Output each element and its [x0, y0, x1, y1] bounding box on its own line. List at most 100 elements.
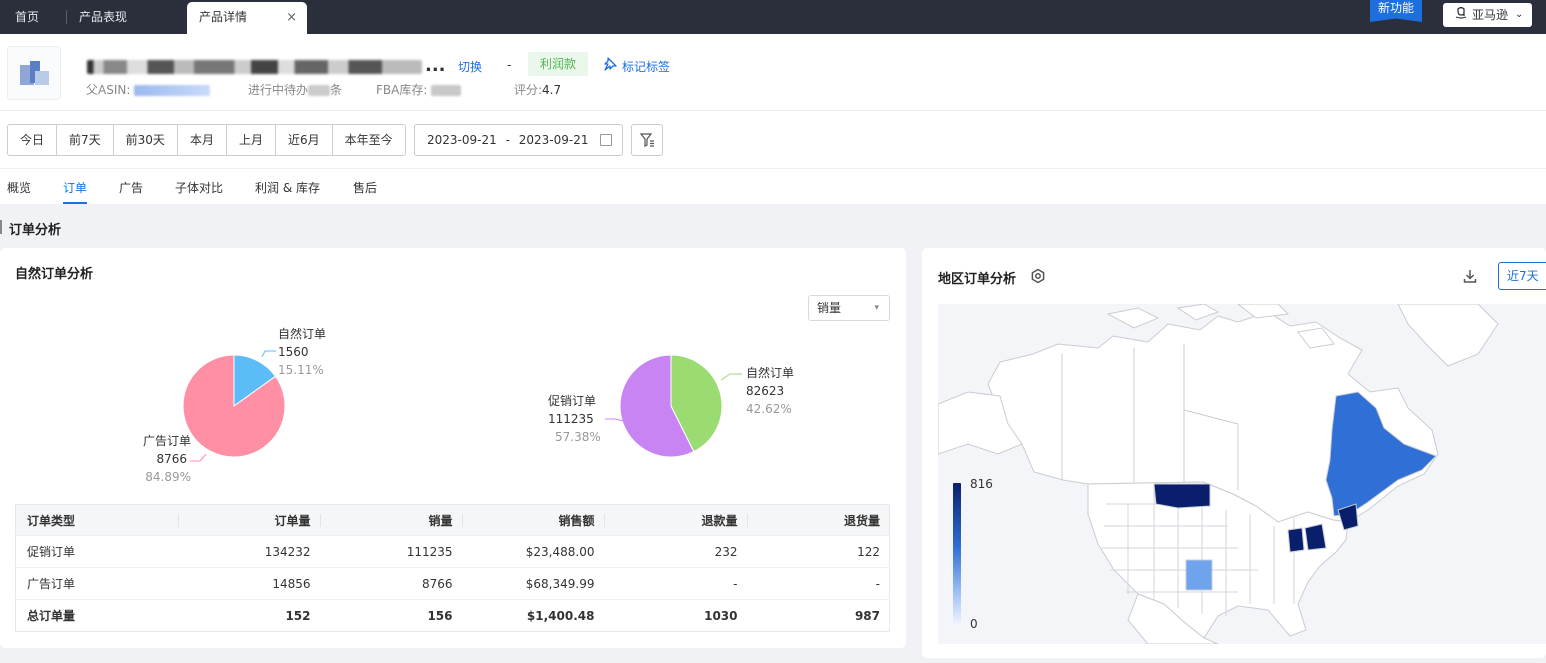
north-america-map[interactable] [938, 304, 1546, 644]
new-feature-badge[interactable]: 新功能 [1370, 0, 1422, 22]
col-units: 销量 [319, 504, 462, 536]
active-tab-indicator [63, 202, 87, 204]
region-order-title: 地区订单分析 [938, 272, 1017, 287]
pending-suffix: 条 [330, 83, 343, 97]
range-last-month[interactable]: 上月 [227, 125, 276, 155]
subnav-after-sales[interactable]: 售后 [353, 179, 377, 196]
product-title-ellipsis: ... [425, 55, 446, 76]
filter-icon [639, 133, 654, 147]
right-natural-name: 自然订单 [746, 366, 795, 380]
cell-order-count: 14856 [177, 567, 320, 600]
left-ad-name: 广告订单 [142, 434, 191, 448]
parent-asin-label: 父ASIN: [86, 83, 131, 97]
cell-sales: $1,400.48 [461, 599, 604, 632]
right-natural-value: 82623 [746, 384, 785, 398]
new-mexico-region[interactable] [1185, 559, 1213, 591]
table-row-total: 总订单量 152 156 $1,400.48 1030 987 [15, 599, 890, 632]
right-promo-name: 促销订单 [548, 394, 597, 408]
table-row: 促销订单 134232 111235 $23,488.00 232 122 [15, 535, 890, 568]
left-pie-label-ad: 广告订单 8766 84.89% [143, 432, 191, 486]
range-last-30-days[interactable]: 前30天 [114, 125, 178, 155]
legend-min-value: 0 [970, 617, 978, 631]
order-type-table: 订单类型 订单量 销量 销售额 退款量 退货量 促销订单 134232 1112… [15, 504, 890, 632]
left-ad-value: 8766 [156, 452, 187, 466]
pending-count-redacted [308, 85, 331, 96]
left-pie-slices [182, 354, 286, 458]
subnav-ads[interactable]: 广告 [119, 179, 143, 196]
indiana-region[interactable] [1287, 527, 1305, 553]
col-returns: 退货量 [746, 504, 890, 536]
cell-sales: $68,349.99 [461, 567, 604, 600]
cell-type: 促销订单 [15, 535, 178, 568]
col-refunds: 退款量 [603, 504, 747, 536]
cell-sales: $23,488.00 [461, 535, 604, 568]
left-pie-label-natural: 自然订单 1560 15.11% [278, 325, 326, 379]
right-natural-pct: 42.62% [746, 402, 792, 416]
range-today[interactable]: 今日 [8, 125, 58, 155]
cell-refunds: 232 [603, 535, 747, 568]
date-range-picker[interactable]: 2023-09-21 - 2023-09-21 [414, 124, 623, 156]
cell-units: 156 [319, 599, 462, 632]
section-marker [0, 220, 2, 234]
pin-icon[interactable] [603, 57, 617, 71]
range-this-month[interactable]: 本月 [178, 125, 227, 155]
right-promo-pct: 57.38% [555, 430, 601, 444]
rating-value: 4.7 [542, 83, 562, 97]
region-range-select[interactable]: 近7天 [1498, 262, 1546, 290]
cell-refunds: - [603, 567, 747, 600]
rating: 评分:4.7 [514, 81, 561, 98]
parent-asin-redacted[interactable] [134, 85, 211, 96]
amazon-icon [1455, 3, 1467, 27]
cell-returns: - [746, 567, 890, 600]
legend-max-value: 816 [970, 477, 993, 491]
settings-icon[interactable] [1030, 268, 1046, 284]
fba-inventory: FBA库存: [376, 81, 462, 98]
fba-label: FBA库存: [376, 83, 428, 97]
tab-home[interactable]: 首页 [15, 0, 39, 34]
product-header: ... 切换 - 利润款 标记标签 父ASIN: 进行中待办 条 FBA库存: 评… [0, 34, 1546, 204]
date-end: 2023-09-21 [518, 133, 589, 147]
download-icon[interactable] [1462, 268, 1478, 284]
right-promo-value: 111235 [548, 412, 594, 426]
cell-type: 总订单量 [15, 599, 178, 632]
switch-product-link[interactable]: 切换 [458, 58, 482, 75]
mark-tag-button[interactable]: 标记标签 [622, 58, 670, 75]
parent-asin: 父ASIN: [86, 81, 211, 98]
product-thumbnail[interactable] [7, 46, 61, 100]
col-sales: 销售额 [461, 504, 604, 536]
cell-type: 广告订单 [15, 567, 178, 600]
marketplace-select[interactable]: 亚马逊 ⌄ [1443, 3, 1532, 27]
leader-line-natural [261, 350, 276, 358]
leader-line-ad [190, 453, 207, 462]
leader-line-natural-right [720, 373, 742, 381]
ohio-region[interactable] [1304, 523, 1327, 551]
right-pie-chart [605, 354, 742, 458]
tab-home-label: 首页 [15, 10, 40, 24]
tab-product-detail-label: 产品详情 [199, 10, 248, 24]
subnav-variant-compare[interactable]: 子体对比 [175, 179, 223, 196]
col-order-type: 订单类型 [15, 504, 178, 536]
tab-product-detail[interactable]: 产品详情 × [187, 2, 307, 34]
date-range-buttons: 今日 前7天 前30天 本月 上月 近6月 本年至今 [7, 124, 406, 156]
subnav-overview[interactable]: 概览 [7, 179, 31, 196]
montana-region[interactable] [1153, 483, 1211, 509]
rating-label: 评分: [514, 83, 543, 97]
left-pie-chart [182, 350, 286, 462]
tab-product-performance[interactable]: 产品表现 [79, 0, 127, 34]
range-last-7-days[interactable]: 前7天 [57, 125, 114, 155]
subnav-orders[interactable]: 订单 [63, 179, 87, 196]
range-year-to-date[interactable]: 本年至今 [333, 125, 405, 155]
map-svg [938, 304, 1499, 644]
date-separator: - [505, 133, 510, 147]
cell-order-count: 134232 [177, 535, 320, 568]
left-natural-pct: 15.11% [278, 363, 324, 377]
subnav-profit-inventory[interactable]: 利润 & 库存 [255, 179, 320, 196]
filter-button[interactable] [631, 124, 663, 156]
range-last-6-months[interactable]: 近6月 [276, 125, 333, 155]
tab-divider [66, 10, 67, 24]
map-legend-gradient [953, 483, 961, 625]
toolbar-divider [0, 168, 1546, 169]
close-icon[interactable]: × [286, 2, 297, 33]
profit-tag: 利润款 [528, 52, 588, 76]
leader-line-promo [605, 418, 625, 422]
